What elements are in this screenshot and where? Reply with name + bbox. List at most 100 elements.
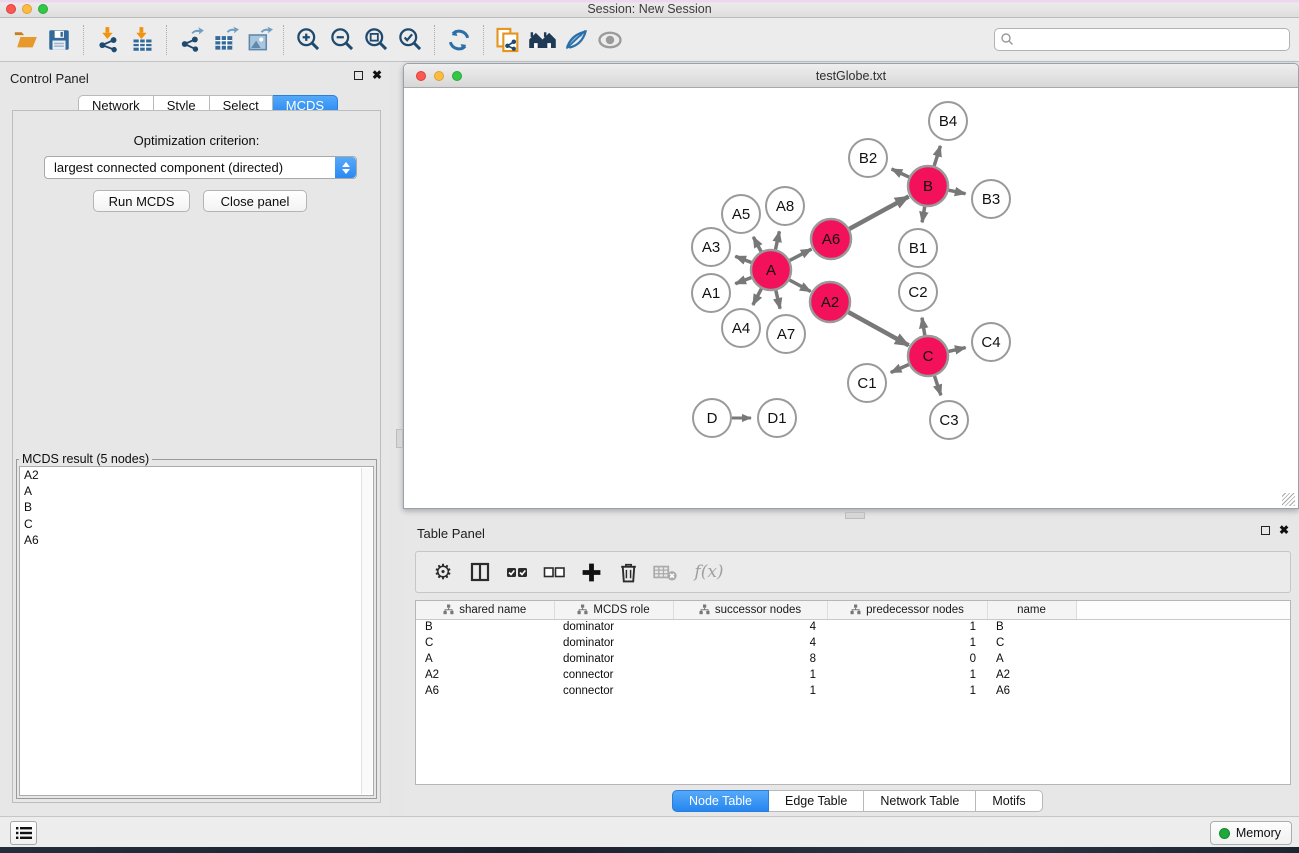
table-row[interactable]: Adominator80A — [416, 651, 1291, 667]
export-image-icon[interactable] — [242, 23, 276, 57]
graph-node-D[interactable]: D — [693, 399, 731, 437]
zoom-in-icon[interactable] — [291, 23, 325, 57]
mcds-result-item[interactable]: C — [20, 516, 373, 532]
export-table-icon[interactable] — [208, 23, 242, 57]
cell-shared-name[interactable]: B — [416, 619, 554, 635]
table-options-gear-icon[interactable]: ⚙ — [428, 557, 458, 587]
export-network-icon[interactable] — [174, 23, 208, 57]
cell-predecessor-nodes[interactable]: 1 — [827, 619, 987, 635]
graph-edge-A2-C[interactable] — [848, 312, 908, 345]
cell-name[interactable]: A2 — [987, 667, 1076, 683]
graph-node-B[interactable]: B — [908, 166, 948, 206]
graph-node-C[interactable]: C — [908, 336, 948, 376]
graph-node-B4[interactable]: B4 — [929, 102, 967, 140]
cell-shared-name[interactable]: A2 — [416, 667, 554, 683]
cell-shared-name[interactable]: A6 — [416, 683, 554, 699]
criterion-select[interactable]: largest connected component (directed) — [44, 156, 357, 179]
graph-edge-B-B3[interactable] — [949, 190, 966, 194]
table-row[interactable]: Cdominator41C — [416, 635, 1291, 651]
cell-successor-nodes[interactable]: 1 — [673, 683, 827, 699]
create-column-icon[interactable] — [576, 557, 606, 587]
cell-successor-nodes[interactable]: 4 — [673, 619, 827, 635]
table-row[interactable]: A2connector11A2 — [416, 667, 1291, 683]
graph-node-A8[interactable]: A8 — [766, 187, 804, 225]
cell-successor-nodes[interactable]: 4 — [673, 635, 827, 651]
network-canvas[interactable]: B4B2BB3A8A5A6A3B1AC2A1A2A4A7C4CC1C3DD1 — [405, 88, 1297, 508]
import-table-icon[interactable] — [125, 23, 159, 57]
zoom-fit-icon[interactable] — [359, 23, 393, 57]
run-mcds-button[interactable]: Run MCDS — [93, 190, 190, 212]
close-panel-icon[interactable]: ✖ — [372, 71, 382, 80]
unselect-all-icon[interactable] — [539, 557, 569, 587]
graph-node-C2[interactable]: C2 — [899, 273, 937, 311]
show-columns-icon[interactable] — [465, 557, 495, 587]
save-session-icon[interactable] — [42, 23, 76, 57]
graph-edge-C-C3[interactable] — [935, 376, 941, 395]
graph-edge-B-B4[interactable] — [934, 146, 940, 166]
window-resize-grip[interactable] — [1282, 493, 1295, 506]
tab-node-table[interactable]: Node Table — [672, 790, 769, 812]
cell-MCDS-role[interactable]: connector — [554, 683, 673, 699]
style-preview-icon[interactable] — [559, 23, 593, 57]
result-scrollbar[interactable] — [361, 468, 372, 794]
column-header-shared-name[interactable]: shared name — [416, 601, 554, 619]
function-builder-icon[interactable]: f(x) — [687, 557, 731, 587]
graph-node-B1[interactable]: B1 — [899, 229, 937, 267]
graph-node-A3[interactable]: A3 — [692, 228, 730, 266]
network-window-titlebar[interactable]: testGlobe.txt — [404, 64, 1298, 88]
mcds-result-item[interactable]: A — [20, 483, 373, 499]
home-icon[interactable] — [525, 23, 559, 57]
splitter-handle-horizontal[interactable] — [845, 512, 865, 519]
graph-node-B3[interactable]: B3 — [972, 180, 1010, 218]
float-panel-icon[interactable] — [354, 71, 363, 80]
clone-network-icon[interactable] — [491, 23, 525, 57]
graph-edge-A-A4[interactable] — [753, 289, 762, 305]
mcds-result-list[interactable]: A2ABCA6 — [19, 466, 374, 796]
graph-edge-A-A6[interactable] — [790, 249, 812, 260]
mcds-result-item[interactable]: A2 — [20, 467, 373, 483]
graph-edge-A-A1[interactable] — [735, 278, 751, 284]
graph-edge-A-A8[interactable] — [776, 231, 780, 249]
float-table-panel-icon[interactable] — [1261, 526, 1270, 535]
refresh-icon[interactable] — [442, 23, 476, 57]
cell-predecessor-nodes[interactable]: 1 — [827, 683, 987, 699]
tab-motifs[interactable]: Motifs — [976, 790, 1042, 812]
mcds-result-item[interactable]: A6 — [20, 532, 373, 548]
graph-edge-A-A7[interactable] — [776, 290, 780, 308]
cell-MCDS-role[interactable]: dominator — [554, 651, 673, 667]
graph-node-C4[interactable]: C4 — [972, 323, 1010, 361]
graph-edge-C-C1[interactable] — [891, 365, 909, 373]
cell-predecessor-nodes[interactable]: 0 — [827, 651, 987, 667]
cell-MCDS-role[interactable]: connector — [554, 667, 673, 683]
cell-name[interactable]: A — [987, 651, 1076, 667]
cell-name[interactable]: A6 — [987, 683, 1076, 699]
column-header-name[interactable]: name — [987, 601, 1076, 619]
cell-predecessor-nodes[interactable]: 1 — [827, 667, 987, 683]
cell-name[interactable]: B — [987, 619, 1076, 635]
delete-table-icon[interactable] — [650, 557, 680, 587]
cell-MCDS-role[interactable]: dominator — [554, 619, 673, 635]
column-header-predecessor-nodes[interactable]: predecessor nodes — [827, 601, 987, 619]
memory-button[interactable]: Memory — [1210, 821, 1292, 845]
search-input[interactable] — [994, 28, 1290, 51]
graph-node-A2[interactable]: A2 — [810, 282, 850, 322]
graph-edge-A-A2[interactable] — [790, 280, 811, 292]
zoom-selected-icon[interactable] — [393, 23, 427, 57]
table-row[interactable]: Bdominator41B — [416, 619, 1291, 635]
node-table[interactable]: shared nameMCDS rolesuccessor nodesprede… — [415, 600, 1291, 785]
graph-node-C3[interactable]: C3 — [930, 401, 968, 439]
open-session-icon[interactable] — [8, 23, 42, 57]
graph-edge-B-B2[interactable] — [892, 169, 909, 177]
table-row[interactable]: A6connector11A6 — [416, 683, 1291, 699]
cell-predecessor-nodes[interactable]: 1 — [827, 635, 987, 651]
cell-successor-nodes[interactable]: 8 — [673, 651, 827, 667]
graph-node-A4[interactable]: A4 — [722, 309, 760, 347]
cell-name[interactable]: C — [987, 635, 1076, 651]
delete-column-icon[interactable] — [613, 557, 643, 587]
graph-node-A6[interactable]: A6 — [811, 219, 851, 259]
graph-node-B2[interactable]: B2 — [849, 139, 887, 177]
close-table-panel-icon[interactable]: ✖ — [1279, 526, 1289, 535]
graph-edge-C-C2[interactable] — [922, 318, 925, 336]
graph-edge-A-A5[interactable] — [753, 237, 761, 252]
graph-node-A5[interactable]: A5 — [722, 195, 760, 233]
